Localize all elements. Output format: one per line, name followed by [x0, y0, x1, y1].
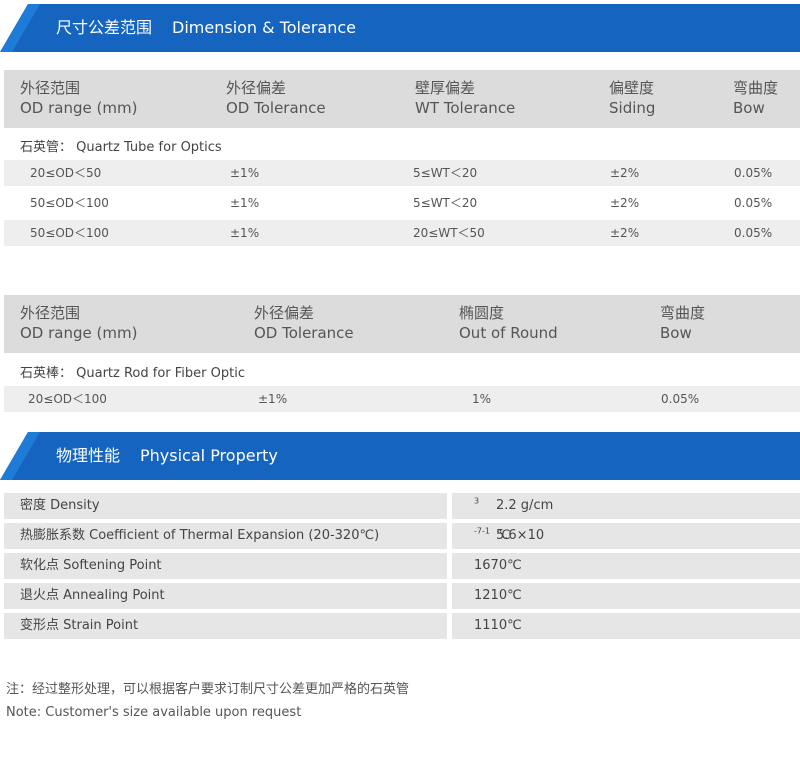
- property-label-cell: 密度 Density: [4, 493, 447, 519]
- header-en: Bow: [660, 324, 692, 342]
- rod-header-od-tolerance: 外径偏差 OD Tolerance: [254, 303, 354, 343]
- physical-title-en: Physical Property: [140, 446, 278, 465]
- property-row-annealing-point: 退火点 Annealing Point 1210℃: [4, 583, 800, 609]
- header-cn: 外径范围: [20, 304, 81, 322]
- property-row-thermal-expansion: 热膨胀系数 Coefficient of Thermal Expansion (…: [4, 523, 800, 549]
- header-cn: 外径范围: [20, 79, 81, 97]
- rod-header-od-range: 外径范围 OD range (mm): [20, 303, 137, 343]
- dimension-title-en: Dimension & Tolerance: [172, 18, 357, 37]
- property-value-cell: 2.2 g/cm 3: [452, 493, 800, 519]
- cell-od-range: 50≤OD＜100: [30, 196, 109, 210]
- cell-wt-tolerance: 5≤WT＜20: [413, 196, 478, 210]
- cell-siding: ±2%: [610, 196, 640, 210]
- cell-wt-tolerance: 20≤WT＜50: [413, 226, 485, 240]
- cell-wt-tolerance: 5≤WT＜20: [413, 166, 478, 180]
- cell-od-tolerance: ±1%: [258, 392, 288, 406]
- property-value-cell: 5.6×10 -7 ℃ -1: [452, 523, 800, 549]
- table-row: 50≤OD＜100 ±1% 20≤WT＜50 ±2% 0.05%: [4, 220, 800, 246]
- property-value-cell: 1670℃: [452, 553, 800, 579]
- cell-siding: ±2%: [610, 226, 640, 240]
- property-label-cell: 变形点 Strain Point: [4, 613, 447, 639]
- header-en: Out of Round: [459, 324, 558, 342]
- note-en: Note: Customer's size available upon req…: [6, 705, 302, 720]
- value-superscript: -1: [481, 526, 490, 536]
- header-cn: 偏壁度: [609, 79, 655, 97]
- cell-od-tolerance: ±1%: [230, 226, 260, 240]
- cell-od-range: 50≤OD＜100: [30, 226, 109, 240]
- table-row: 20≤OD＜50 ±1% 5≤WT＜20 ±2% 0.05%: [4, 160, 800, 186]
- cell-bow: 0.05%: [661, 392, 700, 406]
- cell-bow: 0.05%: [734, 226, 773, 240]
- dimension-banner: 尺寸公差范围 Dimension & Tolerance: [0, 4, 800, 52]
- property-row-density: 密度 Density 2.2 g/cm 3: [4, 493, 800, 519]
- property-value: 1110℃: [474, 618, 522, 633]
- property-label-cell: 退火点 Annealing Point: [4, 583, 447, 609]
- property-value: 5.6×10 -7 ℃ -1: [474, 523, 544, 549]
- cell-bow: 0.05%: [734, 166, 773, 180]
- property-value-cell: 1110℃: [452, 613, 800, 639]
- cell-bow: 0.05%: [734, 196, 773, 210]
- header-cn: 弯曲度: [660, 304, 706, 322]
- tube-subheader: 石英管： Quartz Tube for Optics: [20, 140, 222, 155]
- header-cn: 弯曲度: [733, 79, 779, 97]
- header-en: OD range (mm): [20, 324, 138, 342]
- tube-table-header: 外径范围 OD range (mm) 外径偏差 OD Tolerance 壁厚偏差 W…: [4, 70, 800, 128]
- rod-table-header: 外径范围 OD range (mm) 外径偏差 OD Tolerance 椭圆度 Ou…: [4, 295, 800, 353]
- property-row-strain-point: 变形点 Strain Point 1110℃: [4, 613, 800, 639]
- header-en: WT Tolerance: [415, 99, 516, 117]
- tube-header-bow: 弯曲度 Bow: [733, 78, 778, 118]
- cell-out-of-round: 1%: [472, 392, 492, 406]
- rod-header-bow: 弯曲度 Bow: [660, 303, 705, 343]
- tube-header-wt-tolerance: 壁厚偏差 WT Tolerance: [415, 78, 515, 118]
- table-row: 50≤OD＜100 ±1% 5≤WT＜20 ±2% 0.05%: [4, 190, 800, 216]
- header-en: Bow: [733, 99, 765, 117]
- header-cn: 椭圆度: [459, 304, 505, 322]
- property-label-cell: 软化点 Softening Point: [4, 553, 447, 579]
- header-en: OD Tolerance: [254, 324, 354, 342]
- cell-od-range: 20≤OD＜100: [28, 392, 107, 406]
- property-label: 软化点 Softening Point: [20, 558, 162, 573]
- cell-od-tolerance: ±1%: [230, 196, 260, 210]
- header-cn: 外径偏差: [254, 304, 315, 322]
- header-en: OD Tolerance: [226, 99, 326, 117]
- physical-banner: 物理性能 Physical Property: [0, 432, 800, 480]
- value-superscript: 3: [474, 496, 480, 506]
- note-cn: 注：经过整形处理，可以根据客户要求订制尺寸公差更加严格的石英管: [6, 682, 410, 697]
- property-label: 变形点 Strain Point: [20, 618, 139, 633]
- tube-header-od-tolerance: 外径偏差 OD Tolerance: [226, 78, 326, 118]
- cell-od-tolerance: ±1%: [230, 166, 260, 180]
- value-superscript: -7: [474, 526, 482, 536]
- physical-title-cn: 物理性能: [56, 446, 121, 465]
- property-value: 1670℃: [474, 558, 522, 573]
- cell-od-range: 20≤OD＜50: [30, 166, 102, 180]
- property-label: 密度 Density: [20, 498, 100, 513]
- value-unit: ℃: [496, 528, 511, 543]
- rod-header-out-of-round: 椭圆度 Out of Round: [459, 303, 558, 343]
- header-cn: 壁厚偏差: [415, 79, 476, 97]
- property-label-cell: 热膨胀系数 Coefficient of Thermal Expansion (…: [4, 523, 447, 549]
- property-value: 1210℃: [474, 588, 522, 603]
- dimension-title-cn: 尺寸公差范围: [56, 18, 153, 37]
- value-text: 2.2 g/cm: [496, 498, 554, 513]
- header-en: Siding: [609, 99, 656, 117]
- header-en: OD range (mm): [20, 99, 138, 117]
- rod-subheader: 石英棒： Quartz Rod for Fiber Optic: [20, 366, 245, 381]
- header-cn: 外径偏差: [226, 79, 287, 97]
- tube-header-siding: 偏壁度 Siding: [609, 78, 655, 118]
- property-row-softening-point: 软化点 Softening Point 1670℃: [4, 553, 800, 579]
- property-value-cell: 1210℃: [452, 583, 800, 609]
- property-label: 热膨胀系数 Coefficient of Thermal Expansion (…: [20, 528, 380, 543]
- dimension-section-title: 尺寸公差范围 Dimension & Tolerance: [56, 4, 356, 52]
- property-value: 2.2 g/cm 3: [474, 493, 553, 519]
- property-label: 退火点 Annealing Point: [20, 588, 165, 603]
- tube-header-od-range: 外径范围 OD range (mm): [20, 78, 137, 118]
- cell-siding: ±2%: [610, 166, 640, 180]
- table-row: 20≤OD＜100 ±1% 1% 0.05%: [4, 386, 800, 412]
- physical-section-title: 物理性能 Physical Property: [56, 432, 278, 480]
